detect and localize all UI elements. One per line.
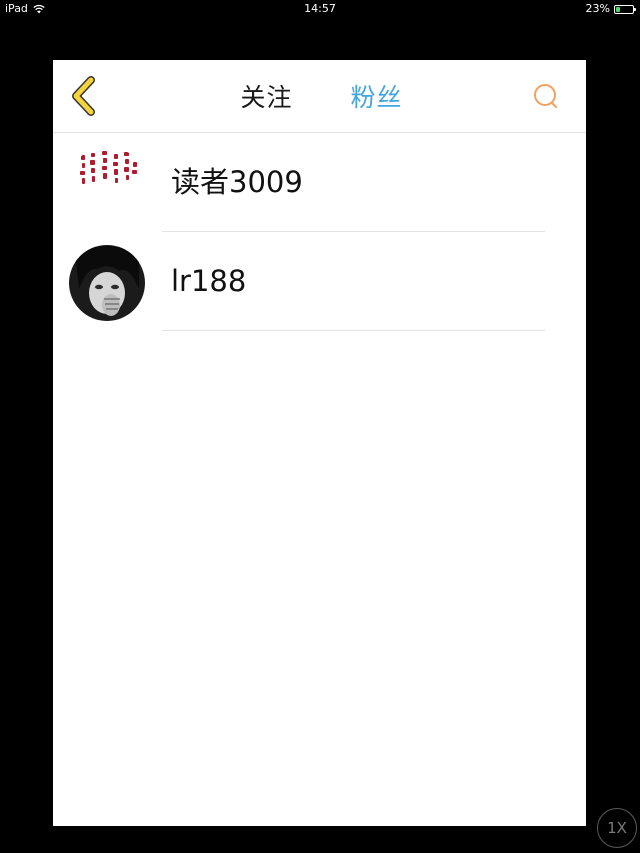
battery-level-fill (616, 6, 620, 12)
calligraphy-avatar[interactable] (69, 146, 145, 222)
portrait-avatar[interactable] (69, 245, 145, 321)
fans-panel: 关注 粉丝 读者3009 lr188 (53, 60, 586, 826)
status-bar: iPad 14:57 23% (0, 0, 640, 18)
item-name: lr188 (171, 264, 247, 298)
list-item[interactable]: 读者3009 (53, 133, 586, 232)
navigation-bar: 关注 粉丝 (53, 60, 586, 133)
row-divider (162, 330, 545, 331)
battery-percent: 23% (585, 2, 610, 15)
zoom-button[interactable]: 1X (597, 808, 637, 848)
status-right: 23% (585, 0, 636, 18)
tab-fans[interactable]: 粉丝 (351, 78, 403, 114)
list-item[interactable]: lr188 (53, 232, 586, 331)
item-name: 读者3009 (171, 165, 303, 199)
fans-list: 读者3009 lr188 (53, 133, 586, 331)
tab-bar: 关注 粉丝 (53, 60, 586, 132)
search-button[interactable] (532, 82, 560, 110)
status-time: 14:57 (304, 2, 336, 15)
search-icon (534, 84, 557, 108)
tab-following[interactable]: 关注 (240, 78, 292, 114)
battery-icon (614, 4, 636, 14)
